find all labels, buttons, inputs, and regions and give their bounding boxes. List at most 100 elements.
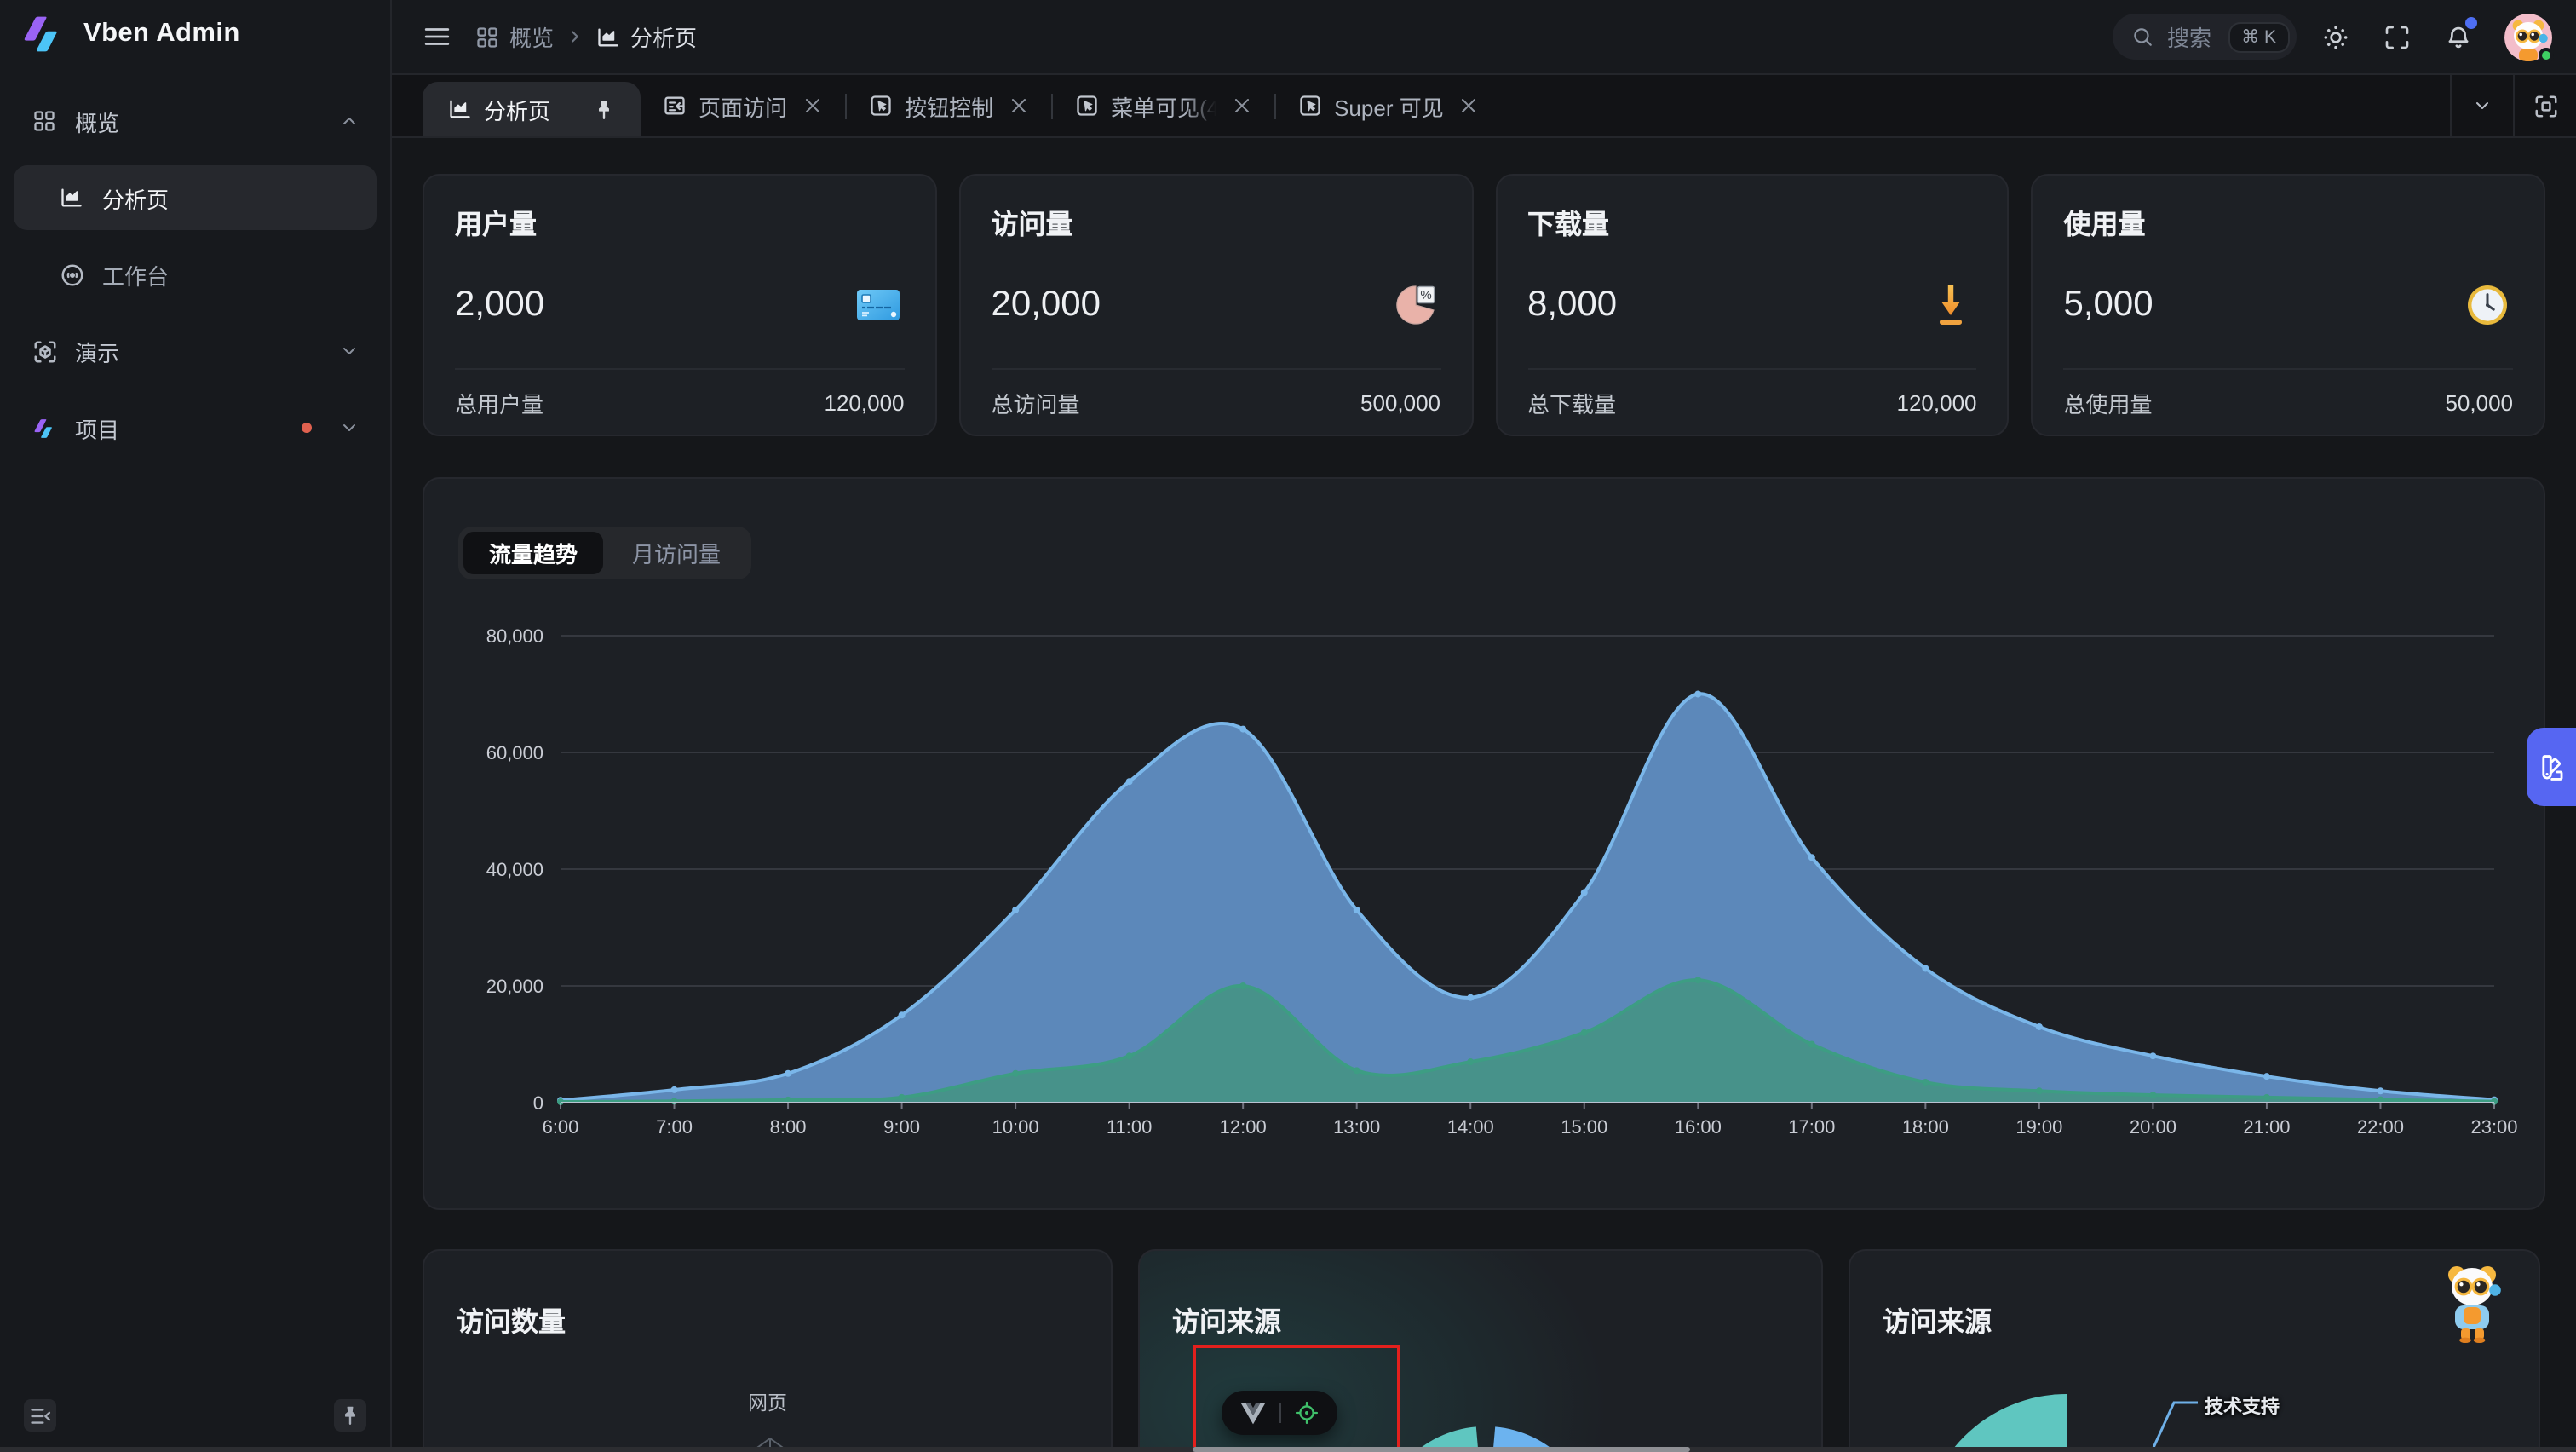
svg-text:20:00: 20:00: [2130, 1116, 2176, 1138]
breadcrumb-analysis[interactable]: 分析页: [596, 20, 697, 53]
sidebar-item-工作台[interactable]: 工作台: [14, 242, 377, 307]
pie-slice-teal: [1922, 1394, 2067, 1452]
cursor-icon: [1075, 94, 1099, 118]
stat-card-访问量: 访问量20,000%总访问量500,000: [959, 174, 1474, 436]
svg-text:14:00: 14:00: [1447, 1116, 1494, 1138]
close-tab-icon[interactable]: [1232, 95, 1252, 116]
page-content: 用户量2,000总用户量120,000访问量20,000%总访问量500,000…: [392, 138, 2576, 1452]
badge-dot: [302, 423, 312, 433]
svg-text:12:00: 12:00: [1220, 1116, 1267, 1138]
svg-text:80,000: 80,000: [486, 625, 543, 647]
horizontal-scrollbar[interactable]: [0, 1447, 2576, 1452]
app-title: Vben Admin: [83, 19, 240, 49]
svg-text:19:00: 19:00: [2015, 1116, 2062, 1138]
visit-source-card: 访问来源: [1138, 1249, 1823, 1452]
close-tab-icon[interactable]: [1009, 95, 1029, 116]
tab-分析页[interactable]: 分析页: [423, 82, 641, 136]
chevron-right-icon: [566, 27, 584, 46]
notifications-button[interactable]: [2436, 14, 2481, 59]
search-placeholder: 搜索: [2167, 20, 2214, 53]
hamburger-icon: [423, 22, 451, 51]
stat-card-使用量: 使用量5,000总使用量50,000: [2032, 174, 2546, 436]
svg-text:10:00: 10:00: [992, 1116, 1039, 1138]
user-avatar[interactable]: [2504, 13, 2552, 60]
divider: [1279, 1403, 1281, 1423]
stat-footer-label: 总访问量: [992, 386, 1080, 418]
stat-card-下载量: 下载量8,000总下载量120,000: [1495, 174, 2010, 436]
app-root: Vben Admin 概览分析页工作台演示项目 概览 分析页: [0, 0, 2576, 1452]
tab-label: 分析页: [484, 93, 550, 125]
tab-traffic-trend[interactable]: 流量趋势: [463, 532, 603, 574]
sidebar-item-label: 演示: [75, 335, 322, 367]
tabbar-controls: [2450, 75, 2576, 136]
tab-monthly-visits[interactable]: 月访问量: [607, 532, 746, 574]
tab-label: 菜单可见(401): [1111, 89, 1216, 122]
sidebar-item-label: 工作台: [102, 258, 359, 291]
traffic-trend-card: 流量趋势 月访问量 020,00040,00060,00080,0006:007…: [423, 477, 2545, 1210]
tab-Super 可见[interactable]: Super 可见: [1276, 75, 1502, 136]
stat-footer-value: 120,000: [1897, 389, 1977, 415]
collapse-sidebar-button[interactable]: [24, 1399, 56, 1432]
sidebar-toggle-button[interactable]: [416, 15, 458, 58]
cursor-icon: [869, 94, 893, 118]
app-logo[interactable]: Vben Admin: [0, 0, 390, 65]
tab-按钮控制[interactable]: 按钮控制: [847, 75, 1051, 136]
theme-toggle-button[interactable]: [2314, 14, 2358, 59]
mascot-robot: [2441, 1263, 2503, 1343]
stat-footer-label: 总用户量: [455, 386, 543, 418]
online-status-dot: [2539, 47, 2554, 62]
pie-percent-icon: %: [1389, 279, 1440, 331]
stat-footer-value: 50,000: [2445, 389, 2513, 415]
cursor-icon: [1298, 94, 1322, 118]
sidebar-menu: 概览分析页工作台演示项目: [0, 65, 390, 1399]
clock-icon: [2462, 279, 2513, 331]
stat-footer-label: 总下载量: [1527, 386, 1616, 418]
search-input[interactable]: 搜索 ⌘ K: [2113, 14, 2297, 60]
breadcrumb-label: 分析页: [630, 20, 697, 53]
download-icon: [1926, 279, 1977, 331]
chevron-down-icon: [2472, 95, 2493, 116]
fullscreen-button[interactable]: [2375, 14, 2419, 59]
stat-footer-value: 120,000: [825, 389, 905, 415]
stat-title: 使用量: [2064, 201, 2514, 242]
stat-footer-value: 500,000: [1360, 389, 1440, 415]
svg-text:%: %: [1419, 288, 1430, 302]
pie-slice-label: 技术支持: [2205, 1392, 2280, 1420]
scrollbar-thumb[interactable]: [1193, 1447, 1690, 1452]
stats-row: 用户量2,000总用户量120,000访问量20,000%总访问量500,000…: [423, 174, 2545, 436]
svg-text:0: 0: [533, 1092, 543, 1114]
visit-source-card-2: 访问来源 技术支持: [1849, 1249, 2540, 1452]
stat-value: 5,000: [2064, 285, 2153, 326]
stat-value: 20,000: [992, 285, 1101, 326]
grid-icon: [475, 25, 499, 49]
tab-菜单可见(401)[interactable]: 菜单可见(401): [1053, 75, 1274, 136]
preferences-button[interactable]: [2527, 728, 2576, 806]
stat-value: 8,000: [1527, 285, 1617, 326]
svg-text:15:00: 15:00: [1561, 1116, 1607, 1138]
maximize-content-button[interactable]: [2513, 75, 2576, 136]
tab-label: 按钮控制: [905, 89, 993, 122]
inspector-target-icon[interactable]: [1295, 1401, 1319, 1425]
radar-chart: [424, 1251, 1113, 1452]
close-tab-icon[interactable]: [802, 95, 823, 116]
pin-sidebar-button[interactable]: [334, 1399, 366, 1432]
workbench-icon: [58, 261, 85, 288]
sidebar-item-项目[interactable]: 项目: [14, 395, 377, 460]
sidebar-item-概览[interactable]: 概览: [14, 89, 377, 153]
pin-icon[interactable]: [593, 98, 615, 120]
svg-text:21:00: 21:00: [2243, 1116, 2290, 1138]
bottom-cards-row: 访问数量 网页 访问来源: [423, 1249, 2545, 1452]
pie-chart: [1850, 1251, 2540, 1452]
vue-devtools-toolbar[interactable]: [1222, 1391, 1337, 1435]
sidebar-item-分析页[interactable]: 分析页: [14, 165, 377, 230]
tabs-menu-button[interactable]: [2450, 75, 2513, 136]
close-tab-icon[interactable]: [1459, 95, 1480, 116]
sidebar-item-label: 项目: [75, 412, 285, 444]
breadcrumb: 概览 分析页: [475, 20, 697, 53]
sidebar-item-演示[interactable]: 演示: [14, 319, 377, 383]
stat-title: 用户量: [455, 201, 905, 242]
tab-页面访问[interactable]: 页面访问: [641, 75, 845, 136]
breadcrumb-overview[interactable]: 概览: [475, 20, 554, 53]
svg-text:11:00: 11:00: [1107, 1116, 1152, 1138]
svg-text:8:00: 8:00: [770, 1116, 807, 1138]
